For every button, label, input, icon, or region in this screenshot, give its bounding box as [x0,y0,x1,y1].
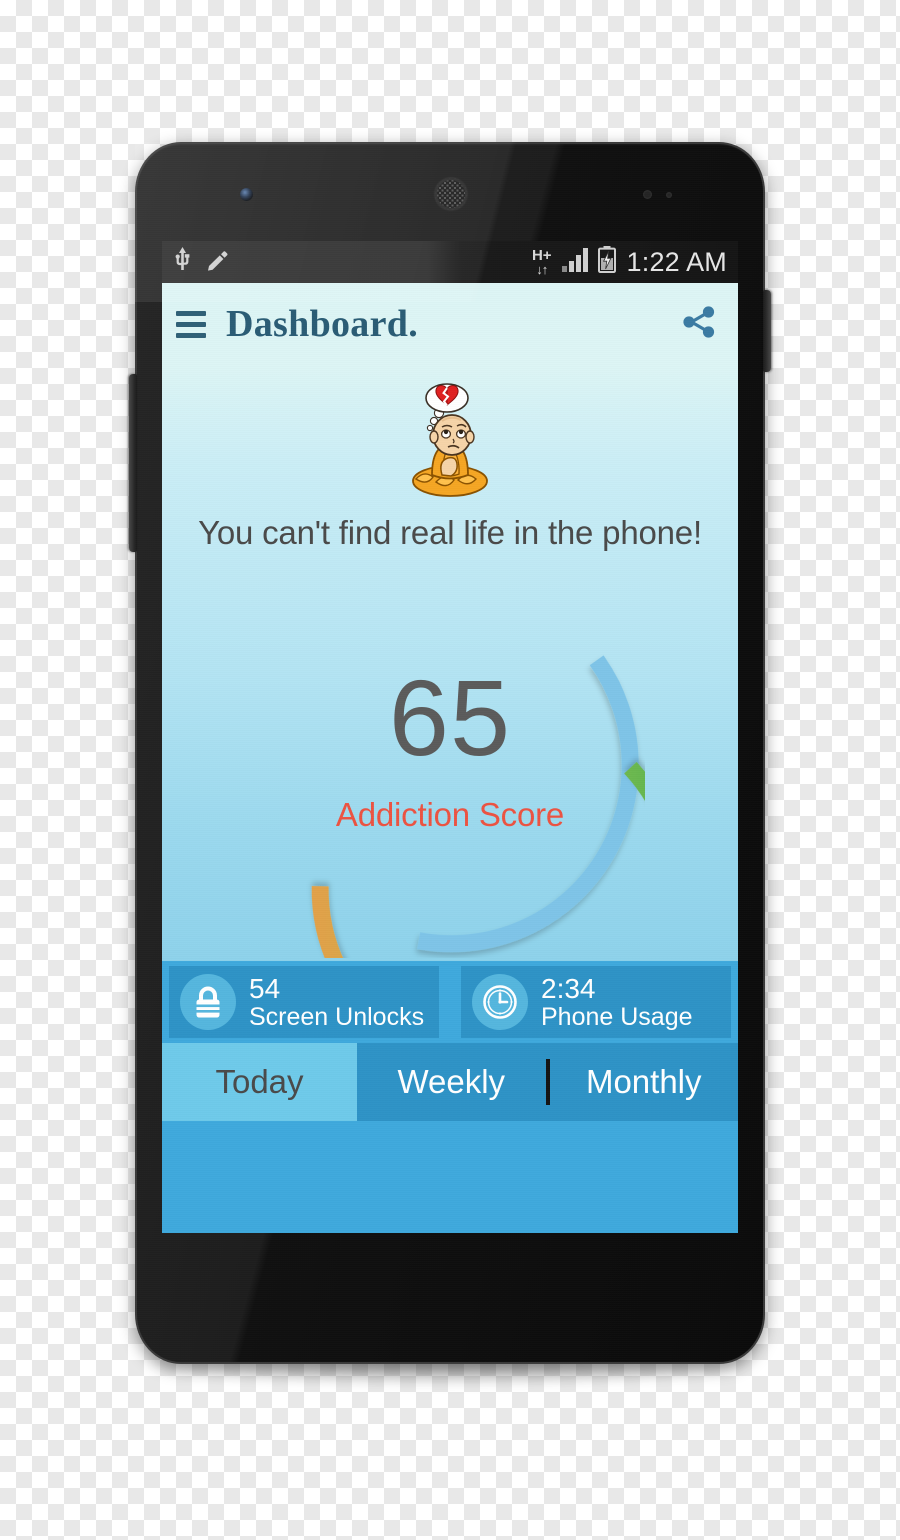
volume-rocker-button[interactable] [129,374,137,552]
front-camera-icon [240,188,253,201]
pencil-icon [205,248,229,277]
phone-top-bezel [135,142,765,241]
stats-row: 54 Screen Unlocks 2:34 Phone Usage [162,961,738,1043]
light-sensor-icon [666,192,672,198]
clock-icon [472,974,528,1030]
addiction-score-label: Addiction Score [335,796,565,833]
share-icon[interactable] [678,301,720,348]
status-bar-notifications [173,246,229,278]
tab-monthly[interactable]: Monthly [550,1043,739,1121]
addiction-score-value: 65 [388,657,512,778]
tab-label: Monthly [585,1063,702,1100]
stat-card-text: 54 Screen Unlocks [249,974,424,1029]
status-bar-system-icons: H+ ↓↑ 1:22 AM [532,246,727,278]
earpiece-speaker-icon [435,178,467,210]
android-status-bar: H+ ↓↑ 1:22 AM [162,241,738,283]
signal-bars-icon [561,247,589,278]
tab-label: Today [215,1063,304,1100]
tab-today[interactable]: Today [162,1043,357,1121]
hamburger-bar [176,332,206,338]
hamburger-bar [176,310,206,316]
stat-card-screen-unlocks[interactable]: 54 Screen Unlocks [169,966,439,1038]
app-bar: Dashboard. [162,283,738,365]
stat-label: Phone Usage [541,1002,693,1031]
tab-weekly[interactable]: Weekly [357,1043,546,1121]
phone-screen: H+ ↓↑ 1:22 AM Dashboard. You can't find … [162,241,738,1233]
usb-icon [173,246,192,278]
status-bar-clock: 1:22 AM [626,246,727,277]
battery-charging-icon [597,246,616,278]
stat-value: 54 [249,973,281,1005]
stat-card-phone-usage[interactable]: 2:34 Phone Usage [461,966,731,1038]
content-area-below-tabs [162,1121,738,1233]
page-title: Dashboard. [226,303,418,345]
network-type-hplus-icon: H+ ↓↑ [531,247,552,277]
tab-label: Weekly [397,1063,506,1100]
lock-icon [180,974,236,1030]
proximity-sensor-icon [643,190,652,199]
stat-label: Screen Unlocks [249,1002,425,1031]
power-button[interactable] [763,290,771,372]
phone-device: H+ ↓↑ 1:22 AM Dashboard. You can't find … [129,142,771,1364]
addiction-score-gauge: 65 Addiction Score [255,568,687,1077]
stat-card-text: 2:34 Phone Usage [541,974,693,1029]
dashboard-hero-section: You can't find real life in the phone! 6… [162,365,738,1077]
period-tab-bar: Today Weekly Monthly [162,1043,738,1121]
hamburger-menu-icon[interactable] [176,310,206,338]
tagline-text: You can't find real life in the phone! [198,514,702,551]
meditating-monk-broken-heart-icon [394,379,506,504]
hamburger-bar [176,321,206,327]
stat-value: 2:34 [541,973,596,1005]
